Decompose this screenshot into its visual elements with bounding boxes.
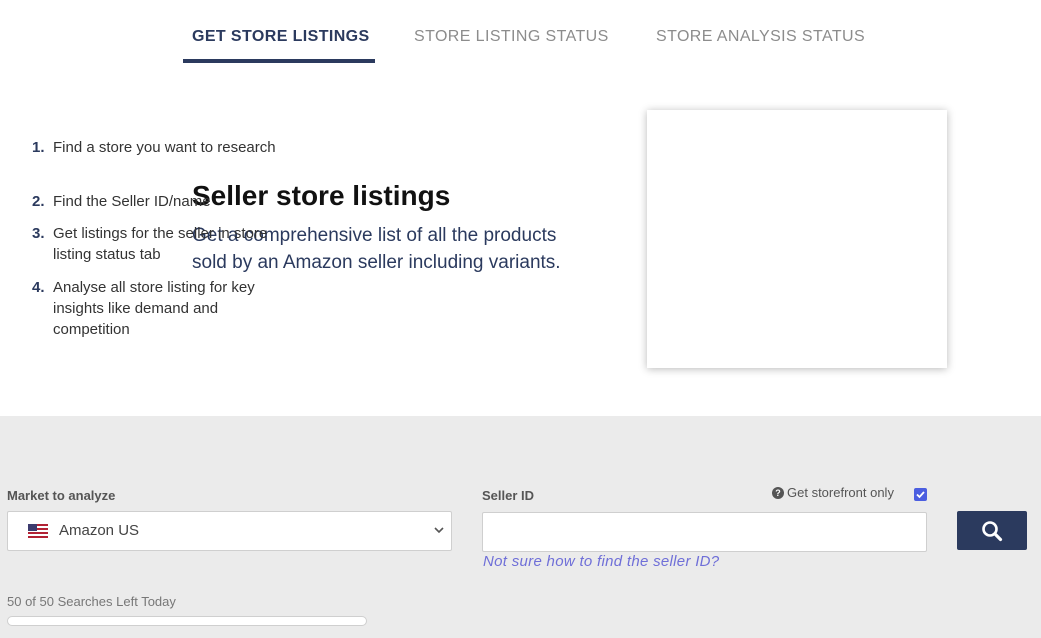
seller-id-label: Seller ID [482,488,535,503]
tab-bar: GET STORE LISTINGS STORE LISTING STATUS … [0,0,1041,64]
tab-store-listing-status[interactable]: STORE LISTING STATUS [414,28,609,46]
step-item: 1. Find a store you want to research [32,137,282,158]
checkmark-icon [916,491,925,499]
market-value: Amazon US [59,522,140,539]
search-button[interactable] [957,511,1027,550]
market-select[interactable]: Amazon US [7,511,452,551]
seller-id-input[interactable] [482,512,927,552]
step-text: Find a store you want to research [53,139,276,156]
steps-card [647,110,947,368]
step-item: 4. Analyse all store listing for key ins… [32,277,282,340]
step-number: 1. [32,139,45,156]
searches-progress-bar [7,616,367,626]
step-text: Get listings for the seller in store lis… [53,225,268,263]
storefront-label: Get storefront only [787,485,894,500]
active-tab-indicator [183,59,375,63]
step-item: 3. Get listings for the seller in store … [32,223,282,265]
step-number: 4. [32,279,45,296]
seller-id-help-link[interactable]: Not sure how to find the seller ID? [483,553,719,570]
us-flag-icon [28,524,48,538]
search-icon [982,521,1003,542]
tab-get-store-listings[interactable]: GET STORE LISTINGS [192,28,370,46]
question-icon[interactable]: ? [772,487,784,499]
storefront-checkbox[interactable] [914,488,927,501]
searches-left-text: 50 of 50 Searches Left Today [7,594,176,609]
step-text: Analyse all store listing for key insigh… [53,279,255,338]
market-label: Market to analyze [7,488,116,503]
step-text: Find the Seller ID/name [53,193,211,210]
step-item: 2. Find the Seller ID/name [32,191,282,212]
tab-store-analysis-status[interactable]: STORE ANALYSIS STATUS [656,28,865,46]
chevron-down-icon [434,527,444,534]
step-number: 3. [32,225,45,242]
step-number: 2. [32,193,45,210]
